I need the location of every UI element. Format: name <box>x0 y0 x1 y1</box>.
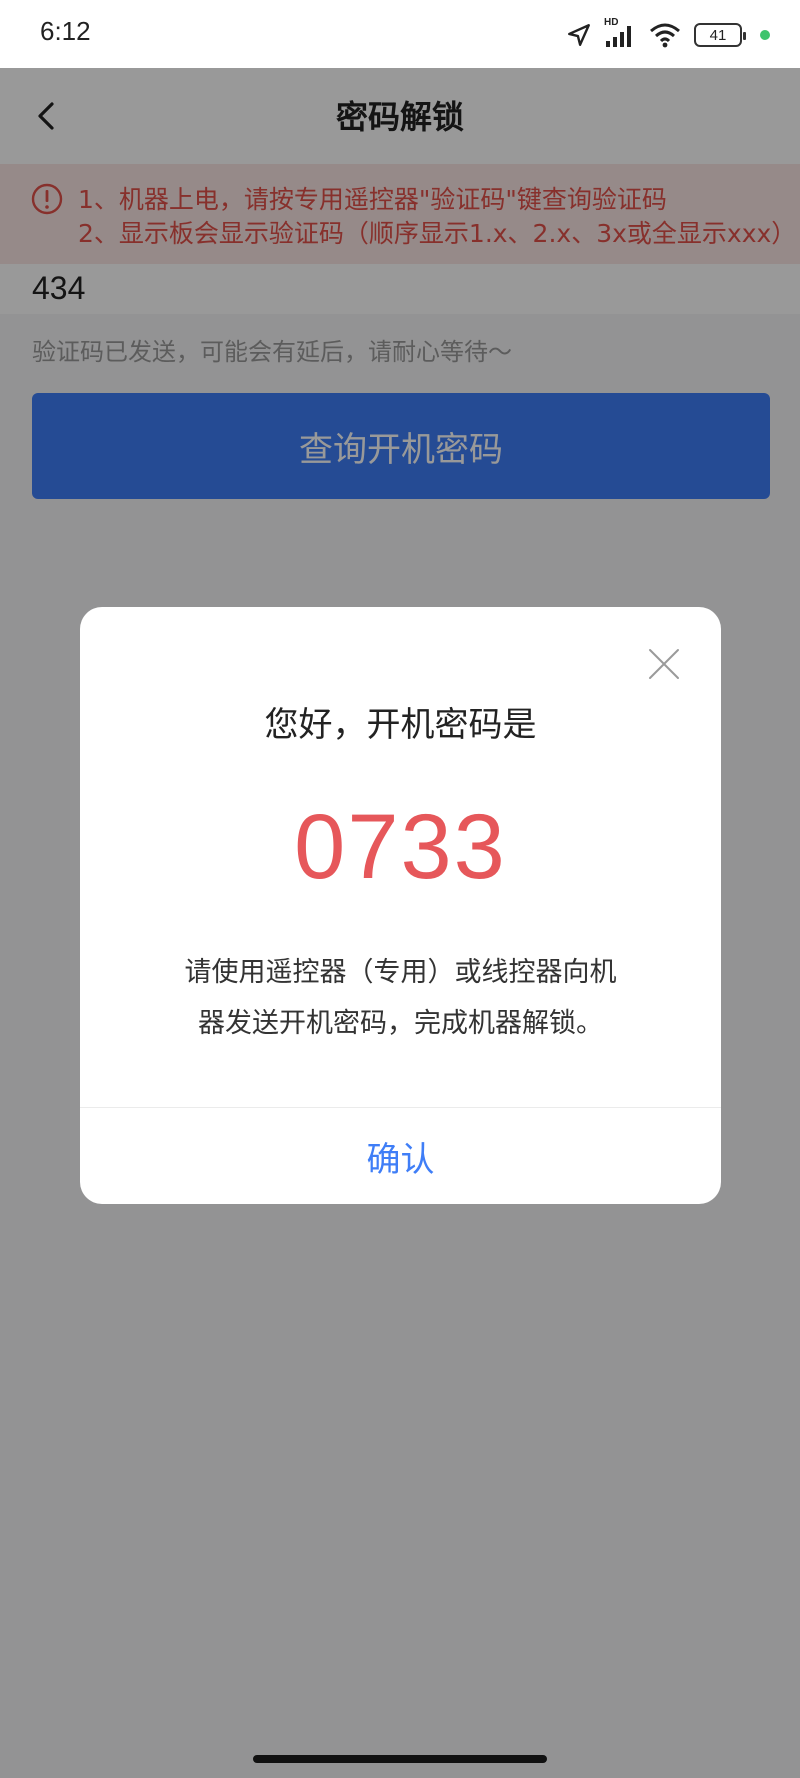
status-bar: 6:12 HD 41 <box>0 0 800 68</box>
location-arrow-icon <box>568 24 590 46</box>
wifi-icon <box>650 23 680 48</box>
privacy-indicator-dot <box>760 30 770 40</box>
home-indicator[interactable] <box>253 1755 547 1763</box>
close-icon[interactable] <box>647 647 681 681</box>
status-time: 6:12 <box>40 16 91 46</box>
boot-password-dialog: 您好，开机密码是 0733 请使用遥控器（专用）或线控器向机 器发送开机密码，完… <box>80 607 721 1204</box>
status-icons: HD 41 <box>566 17 770 52</box>
dialog-title: 您好，开机密码是 <box>264 705 537 745</box>
confirm-button[interactable]: 确认 <box>80 1108 721 1204</box>
signal-icon: HD <box>604 17 636 49</box>
dialog-description-line-2: 器发送开机密码，完成机器解锁。 <box>198 1008 603 1039</box>
battery-icon: 41 <box>694 23 746 47</box>
dialog-description-line-1: 请使用遥控器（专用）或线控器向机 <box>184 957 617 988</box>
boot-password-code: 0733 <box>294 796 507 898</box>
